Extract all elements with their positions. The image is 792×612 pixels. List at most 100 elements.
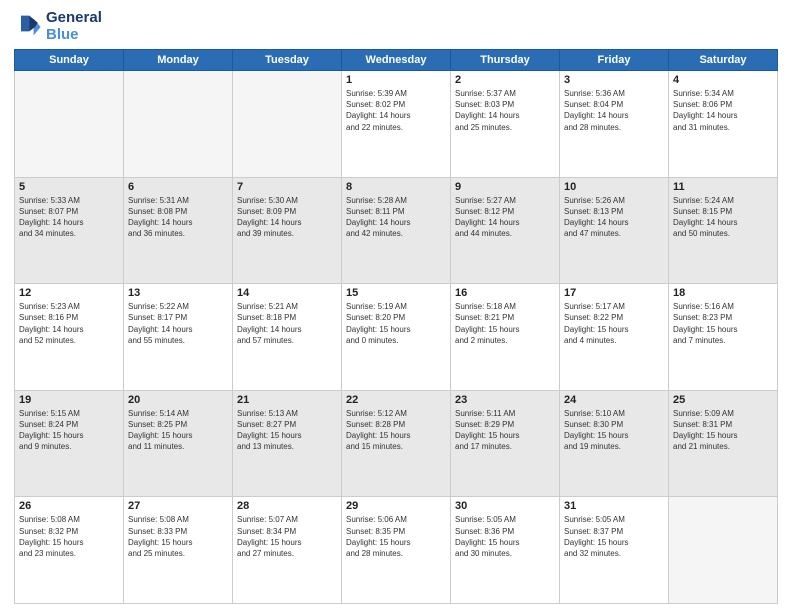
day-header-saturday: Saturday: [669, 50, 778, 71]
day-number: 22: [346, 394, 446, 406]
day-cell: 24 Sunrise: 5:10 AM Sunset: 8:30 PM Dayli…: [560, 390, 669, 497]
day-info: Sunrise: 5:08 AM Sunset: 8:33 PM Dayligh…: [128, 514, 228, 559]
day-cell: 7Sunrise: 5:30 AM Sunset: 8:09 PM Daylig…: [233, 177, 342, 284]
day-header-monday: Monday: [124, 50, 233, 71]
day-cell: 15 Sunrise: 5:19 AM Sunset: 8:20 PM Dayli…: [342, 284, 451, 391]
day-info: Sunrise: 5:05 AM Sunset: 8:37 PM Dayligh…: [564, 514, 664, 559]
day-info: Sunrise: 5:33 AM Sunset: 8:07 PM Dayligh…: [19, 195, 119, 240]
day-cell: 14 Sunrise: 5:21 AM Sunset: 8:18 PM Dayli…: [233, 284, 342, 391]
day-info: Sunrise: 5:14 AM Sunset: 8:25 PM Dayligh…: [128, 408, 228, 453]
day-info: Sunrise: 5:15 AM Sunset: 8:24 PM Dayligh…: [19, 408, 119, 453]
day-cell: 17Sunrise: 5:17 AM Sunset: 8:22 PM Dayli…: [560, 284, 669, 391]
day-cell: 3 Sunrise: 5:36 AM Sunset: 8:04 PM Daylig…: [560, 71, 669, 178]
day-info: Sunrise: 5:05 AM Sunset: 8:36 PM Dayligh…: [455, 514, 555, 559]
day-info: Sunrise: 5:19 AM Sunset: 8:20 PM Dayligh…: [346, 301, 446, 346]
day-cell: 20 Sunrise: 5:14 AM Sunset: 8:25 PM Dayli…: [124, 390, 233, 497]
day-number: 24: [564, 394, 664, 406]
day-cell: 29 Sunrise: 5:06 AM Sunset: 8:35 PM Dayli…: [342, 497, 451, 604]
day-cell: 31 Sunrise: 5:05 AM Sunset: 8:37 PM Dayli…: [560, 497, 669, 604]
day-cell: 10 Sunrise: 5:26 AM Sunset: 8:13 PM Dayli…: [560, 177, 669, 284]
week-row-4: 26 Sunrise: 5:08 AM Sunset: 8:32 PM Dayli…: [15, 497, 778, 604]
week-row-2: 12Sunrise: 5:23 AM Sunset: 8:16 PM Dayli…: [15, 284, 778, 391]
logo: General Blue: [14, 10, 102, 43]
calendar: SundayMondayTuesdayWednesdayThursdayFrid…: [14, 49, 778, 604]
day-number: 1: [346, 74, 446, 86]
day-number: 19: [19, 394, 119, 406]
day-cell: 9 Sunrise: 5:27 AM Sunset: 8:12 PM Daylig…: [451, 177, 560, 284]
day-header-thursday: Thursday: [451, 50, 560, 71]
day-number: 16: [455, 287, 555, 299]
day-info: Sunrise: 5:39 AM Sunset: 8:02 PM Dayligh…: [346, 88, 446, 133]
day-info: Sunrise: 5:21 AM Sunset: 8:18 PM Dayligh…: [237, 301, 337, 346]
day-number: 26: [19, 500, 119, 512]
day-number: 20: [128, 394, 228, 406]
day-info: Sunrise: 5:34 AM Sunset: 8:06 PM Dayligh…: [673, 88, 773, 133]
day-info: Sunrise: 5:10 AM Sunset: 8:30 PM Dayligh…: [564, 408, 664, 453]
day-cell: 28 Sunrise: 5:07 AM Sunset: 8:34 PM Dayli…: [233, 497, 342, 604]
day-info: Sunrise: 5:30 AM Sunset: 8:09 PM Dayligh…: [237, 195, 337, 240]
day-cell: 18 Sunrise: 5:16 AM Sunset: 8:23 PM Dayli…: [669, 284, 778, 391]
day-number: 28: [237, 500, 337, 512]
day-info: Sunrise: 5:28 AM Sunset: 8:11 PM Dayligh…: [346, 195, 446, 240]
day-number: 23: [455, 394, 555, 406]
day-number: 8: [346, 181, 446, 193]
day-info: Sunrise: 5:07 AM Sunset: 8:34 PM Dayligh…: [237, 514, 337, 559]
day-cell: 13Sunrise: 5:22 AM Sunset: 8:17 PM Dayli…: [124, 284, 233, 391]
day-info: Sunrise: 5:16 AM Sunset: 8:23 PM Dayligh…: [673, 301, 773, 346]
day-number: 9: [455, 181, 555, 193]
day-header-tuesday: Tuesday: [233, 50, 342, 71]
day-cell: 25 Sunrise: 5:09 AM Sunset: 8:31 PM Dayli…: [669, 390, 778, 497]
day-cell: 23Sunrise: 5:11 AM Sunset: 8:29 PM Dayli…: [451, 390, 560, 497]
day-cell: 19 Sunrise: 5:15 AM Sunset: 8:24 PM Dayli…: [15, 390, 124, 497]
day-info: Sunrise: 5:37 AM Sunset: 8:03 PM Dayligh…: [455, 88, 555, 133]
day-info: Sunrise: 5:26 AM Sunset: 8:13 PM Dayligh…: [564, 195, 664, 240]
header: General Blue: [14, 10, 778, 43]
day-info: Sunrise: 5:09 AM Sunset: 8:31 PM Dayligh…: [673, 408, 773, 453]
day-cell: 2 Sunrise: 5:37 AM Sunset: 8:03 PM Daylig…: [451, 71, 560, 178]
week-row-1: 5Sunrise: 5:33 AM Sunset: 8:07 PM Daylig…: [15, 177, 778, 284]
day-cell: 11 Sunrise: 5:24 AM Sunset: 8:15 PM Dayli…: [669, 177, 778, 284]
logo-icon: [14, 13, 42, 41]
page: General Blue SundayMondayTuesdayWednesda…: [0, 0, 792, 612]
day-number: 18: [673, 287, 773, 299]
week-row-0: 1 Sunrise: 5:39 AM Sunset: 8:02 PM Daylig…: [15, 71, 778, 178]
day-cell: [233, 71, 342, 178]
day-header-sunday: Sunday: [15, 50, 124, 71]
day-cell: 5Sunrise: 5:33 AM Sunset: 8:07 PM Daylig…: [15, 177, 124, 284]
day-number: 31: [564, 500, 664, 512]
day-info: Sunrise: 5:36 AM Sunset: 8:04 PM Dayligh…: [564, 88, 664, 133]
day-number: 10: [564, 181, 664, 193]
day-cell: 8 Sunrise: 5:28 AM Sunset: 8:11 PM Daylig…: [342, 177, 451, 284]
day-cell: 30 Sunrise: 5:05 AM Sunset: 8:36 PM Dayli…: [451, 497, 560, 604]
day-cell: 16Sunrise: 5:18 AM Sunset: 8:21 PM Dayli…: [451, 284, 560, 391]
day-number: 2: [455, 74, 555, 86]
day-info: Sunrise: 5:06 AM Sunset: 8:35 PM Dayligh…: [346, 514, 446, 559]
day-info: Sunrise: 5:08 AM Sunset: 8:32 PM Dayligh…: [19, 514, 119, 559]
day-number: 29: [346, 500, 446, 512]
day-info: Sunrise: 5:13 AM Sunset: 8:27 PM Dayligh…: [237, 408, 337, 453]
day-info: Sunrise: 5:23 AM Sunset: 8:16 PM Dayligh…: [19, 301, 119, 346]
day-number: 27: [128, 500, 228, 512]
day-cell: 21 Sunrise: 5:13 AM Sunset: 8:27 PM Dayli…: [233, 390, 342, 497]
day-info: Sunrise: 5:27 AM Sunset: 8:12 PM Dayligh…: [455, 195, 555, 240]
day-cell: 6Sunrise: 5:31 AM Sunset: 8:08 PM Daylig…: [124, 177, 233, 284]
week-row-3: 19 Sunrise: 5:15 AM Sunset: 8:24 PM Dayli…: [15, 390, 778, 497]
day-cell: 1 Sunrise: 5:39 AM Sunset: 8:02 PM Daylig…: [342, 71, 451, 178]
day-cell: [669, 497, 778, 604]
day-cell: 27 Sunrise: 5:08 AM Sunset: 8:33 PM Dayli…: [124, 497, 233, 604]
day-number: 14: [237, 287, 337, 299]
day-number: 21: [237, 394, 337, 406]
day-number: 3: [564, 74, 664, 86]
logo-text: General Blue: [46, 10, 102, 43]
day-header-friday: Friday: [560, 50, 669, 71]
day-header-wednesday: Wednesday: [342, 50, 451, 71]
day-number: 30: [455, 500, 555, 512]
day-info: Sunrise: 5:22 AM Sunset: 8:17 PM Dayligh…: [128, 301, 228, 346]
day-info: Sunrise: 5:31 AM Sunset: 8:08 PM Dayligh…: [128, 195, 228, 240]
day-number: 15: [346, 287, 446, 299]
day-cell: 22Sunrise: 5:12 AM Sunset: 8:28 PM Dayli…: [342, 390, 451, 497]
day-number: 25: [673, 394, 773, 406]
day-info: Sunrise: 5:24 AM Sunset: 8:15 PM Dayligh…: [673, 195, 773, 240]
day-cell: 4Sunrise: 5:34 AM Sunset: 8:06 PM Daylig…: [669, 71, 778, 178]
day-number: 11: [673, 181, 773, 193]
